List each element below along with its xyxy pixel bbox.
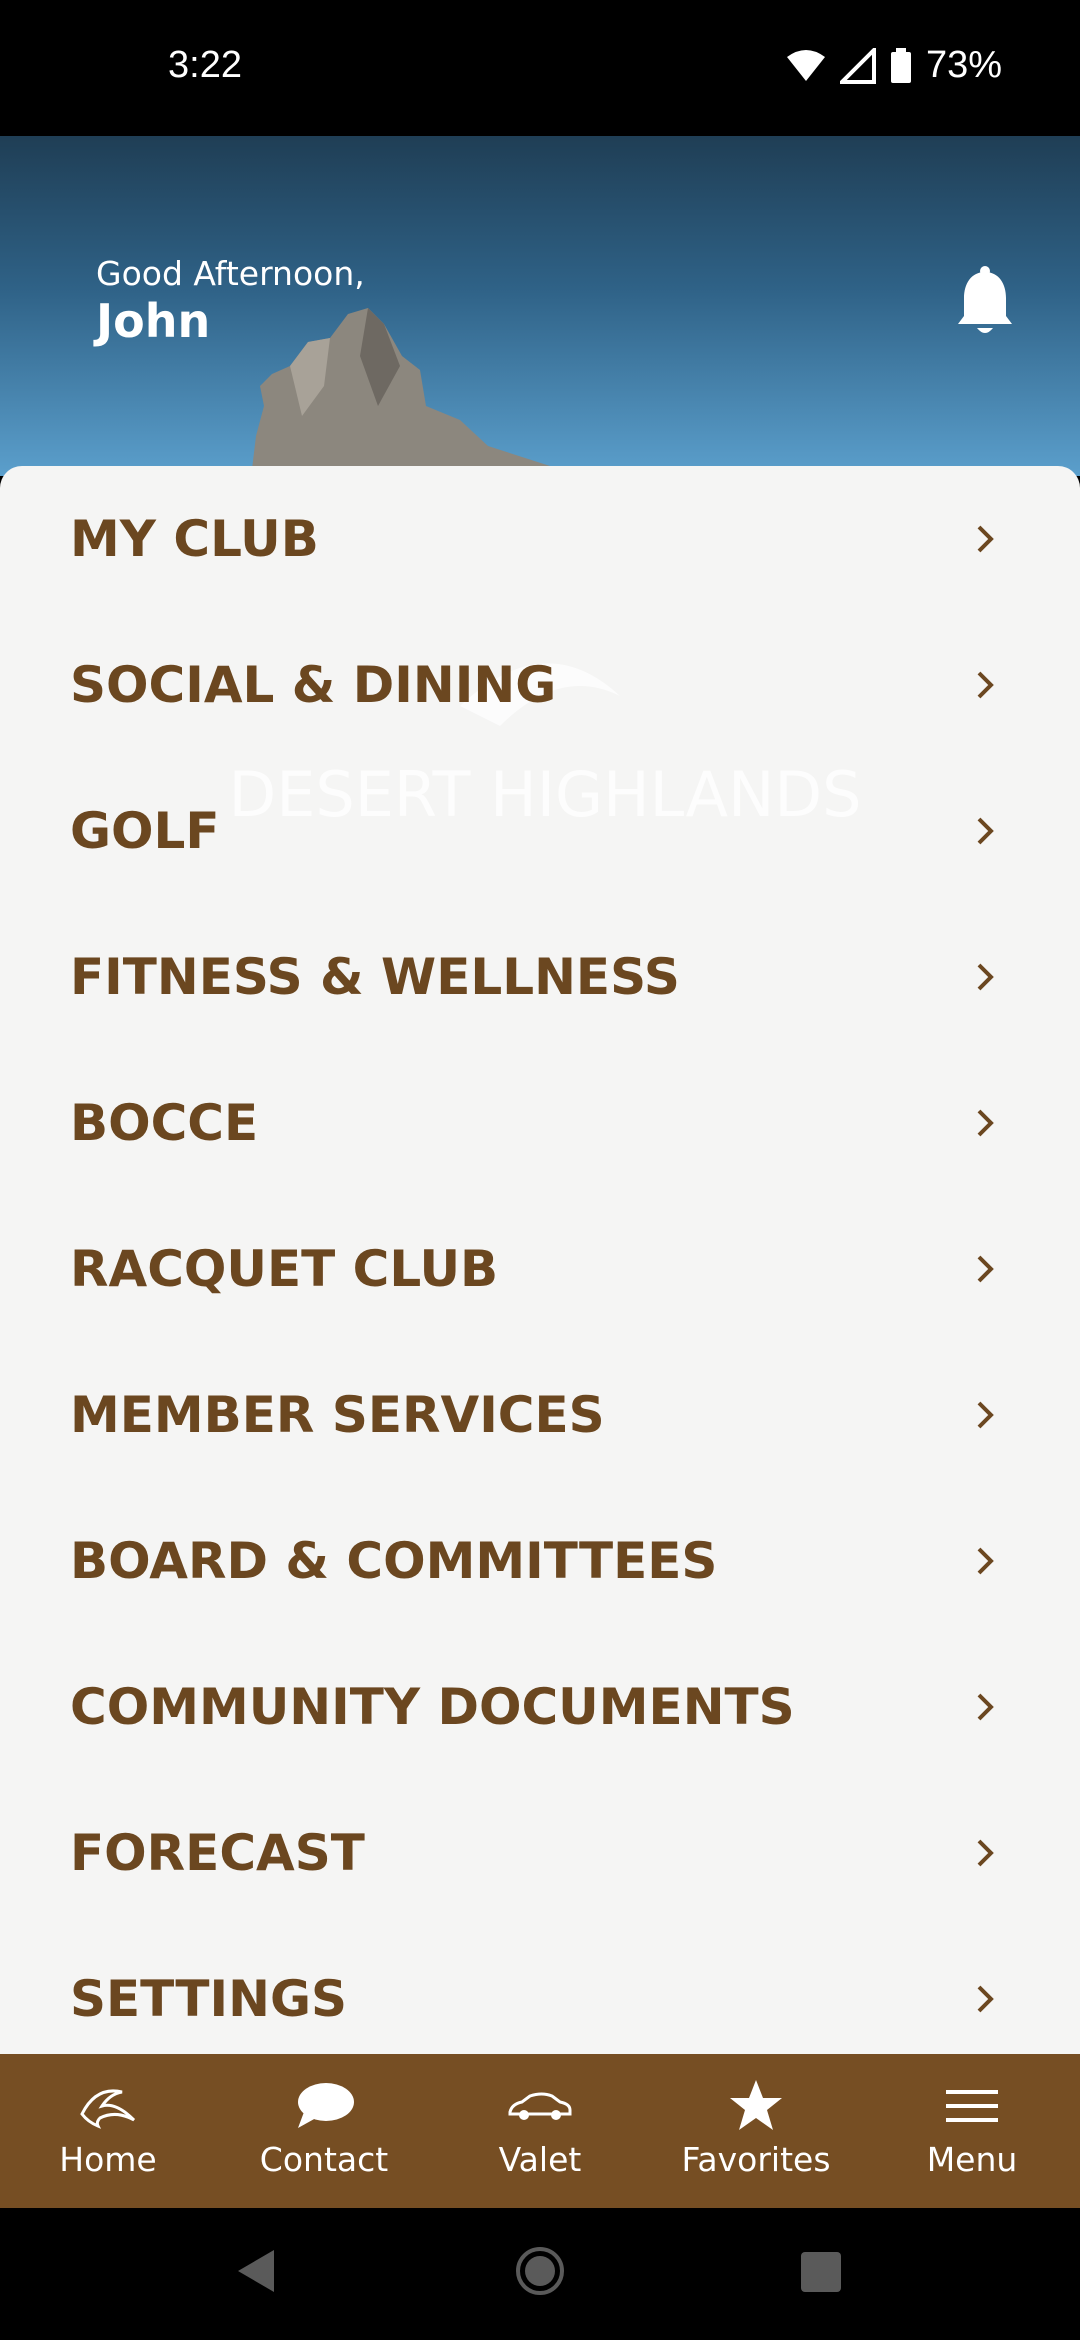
hero-header: Good Afternoon, John xyxy=(0,136,1080,476)
nav-label: Favorites xyxy=(681,2140,831,2179)
menu-item-fitness-wellness[interactable]: FITNESS & WELLNESS xyxy=(0,904,1080,1050)
menu-item-community-documents[interactable]: COMMUNITY DOCUMENTS xyxy=(0,1634,1080,1780)
system-nav-bar xyxy=(0,2208,1080,2340)
chat-bubble-icon xyxy=(298,2083,354,2128)
menu-item-social-dining[interactable]: SOCIAL & DINING xyxy=(0,612,1080,758)
nav-label: Menu xyxy=(926,2140,1018,2179)
battery-percent: 73% xyxy=(925,44,1002,86)
home-circle-icon[interactable] xyxy=(515,2246,565,2296)
nav-home[interactable]: Home xyxy=(0,2054,216,2208)
menu-list: MY CLUB SOCIAL & DINING GOLF FITNESS & W… xyxy=(0,466,1080,2056)
notification-bell-icon[interactable] xyxy=(956,266,1014,338)
menu-item-label: RACQUET CLUB xyxy=(70,1240,499,1298)
wifi-icon xyxy=(786,49,825,81)
nav-valet[interactable]: Valet xyxy=(432,2054,648,2208)
chevron-right-icon xyxy=(977,1693,994,1721)
menu-item-label: COMMUNITY DOCUMENTS xyxy=(70,1678,795,1736)
greeting-text: Good Afternoon, xyxy=(96,254,365,293)
chevron-right-icon xyxy=(977,525,994,553)
nav-label: Contact xyxy=(259,2140,389,2179)
menu-panel: DESERT HIGHLANDS MY CLUB SOCIAL & DINING… xyxy=(0,466,1080,2056)
menu-item-golf[interactable]: GOLF xyxy=(0,758,1080,904)
menu-item-board-committees[interactable]: BOARD & COMMITTEES xyxy=(0,1488,1080,1634)
chevron-right-icon xyxy=(977,1401,994,1429)
chevron-right-icon xyxy=(977,817,994,845)
menu-item-forecast[interactable]: FORECAST xyxy=(0,1780,1080,1926)
car-icon xyxy=(508,2092,572,2120)
back-icon[interactable] xyxy=(236,2248,276,2294)
hamburger-icon xyxy=(946,2090,998,2122)
menu-item-member-services[interactable]: MEMBER SERVICES xyxy=(0,1342,1080,1488)
menu-item-label: MEMBER SERVICES xyxy=(70,1386,605,1444)
chevron-right-icon xyxy=(977,671,994,699)
menu-item-settings[interactable]: SETTINGS xyxy=(0,1926,1080,2056)
menu-item-label: GOLF xyxy=(70,802,220,860)
chevron-right-icon xyxy=(977,1985,994,2013)
status-icons: 73% xyxy=(786,44,1002,87)
menu-item-label: FORECAST xyxy=(70,1824,365,1882)
cell-signal-icon xyxy=(839,47,876,84)
recents-square-icon[interactable] xyxy=(800,2251,842,2293)
menu-item-label: BOARD & COMMITTEES xyxy=(70,1532,718,1590)
status-bar: 3:22 73% xyxy=(0,0,1080,136)
nav-label: Home xyxy=(59,2140,157,2179)
pinnacle-rock-image xyxy=(251,308,560,476)
club-logo-icon xyxy=(80,2089,136,2129)
menu-item-racquet-club[interactable]: RACQUET CLUB xyxy=(0,1196,1080,1342)
menu-item-my-club[interactable]: MY CLUB xyxy=(0,466,1080,612)
menu-item-label: FITNESS & WELLNESS xyxy=(70,948,680,1006)
nav-label: Valet xyxy=(498,2140,582,2179)
star-icon xyxy=(730,2080,782,2130)
chevron-right-icon xyxy=(977,1839,994,1867)
status-time: 3:22 xyxy=(168,44,242,86)
nav-contact[interactable]: Contact xyxy=(216,2054,432,2208)
chevron-right-icon xyxy=(977,1109,994,1137)
menu-item-label: SOCIAL & DINING xyxy=(70,656,557,714)
nav-favorites[interactable]: Favorites xyxy=(648,2054,864,2208)
chevron-right-icon xyxy=(977,963,994,991)
menu-item-bocce[interactable]: BOCCE xyxy=(0,1050,1080,1196)
menu-item-label: SETTINGS xyxy=(70,1970,348,2028)
menu-item-label: MY CLUB xyxy=(70,510,319,568)
chevron-right-icon xyxy=(977,1255,994,1283)
battery-icon xyxy=(890,47,911,83)
chevron-right-icon xyxy=(977,1547,994,1575)
nav-menu[interactable]: Menu xyxy=(864,2054,1080,2208)
bottom-nav: Home Contact Valet Favorites Menu xyxy=(0,2054,1080,2208)
menu-item-label: BOCCE xyxy=(70,1094,259,1152)
user-name: John xyxy=(96,294,211,348)
